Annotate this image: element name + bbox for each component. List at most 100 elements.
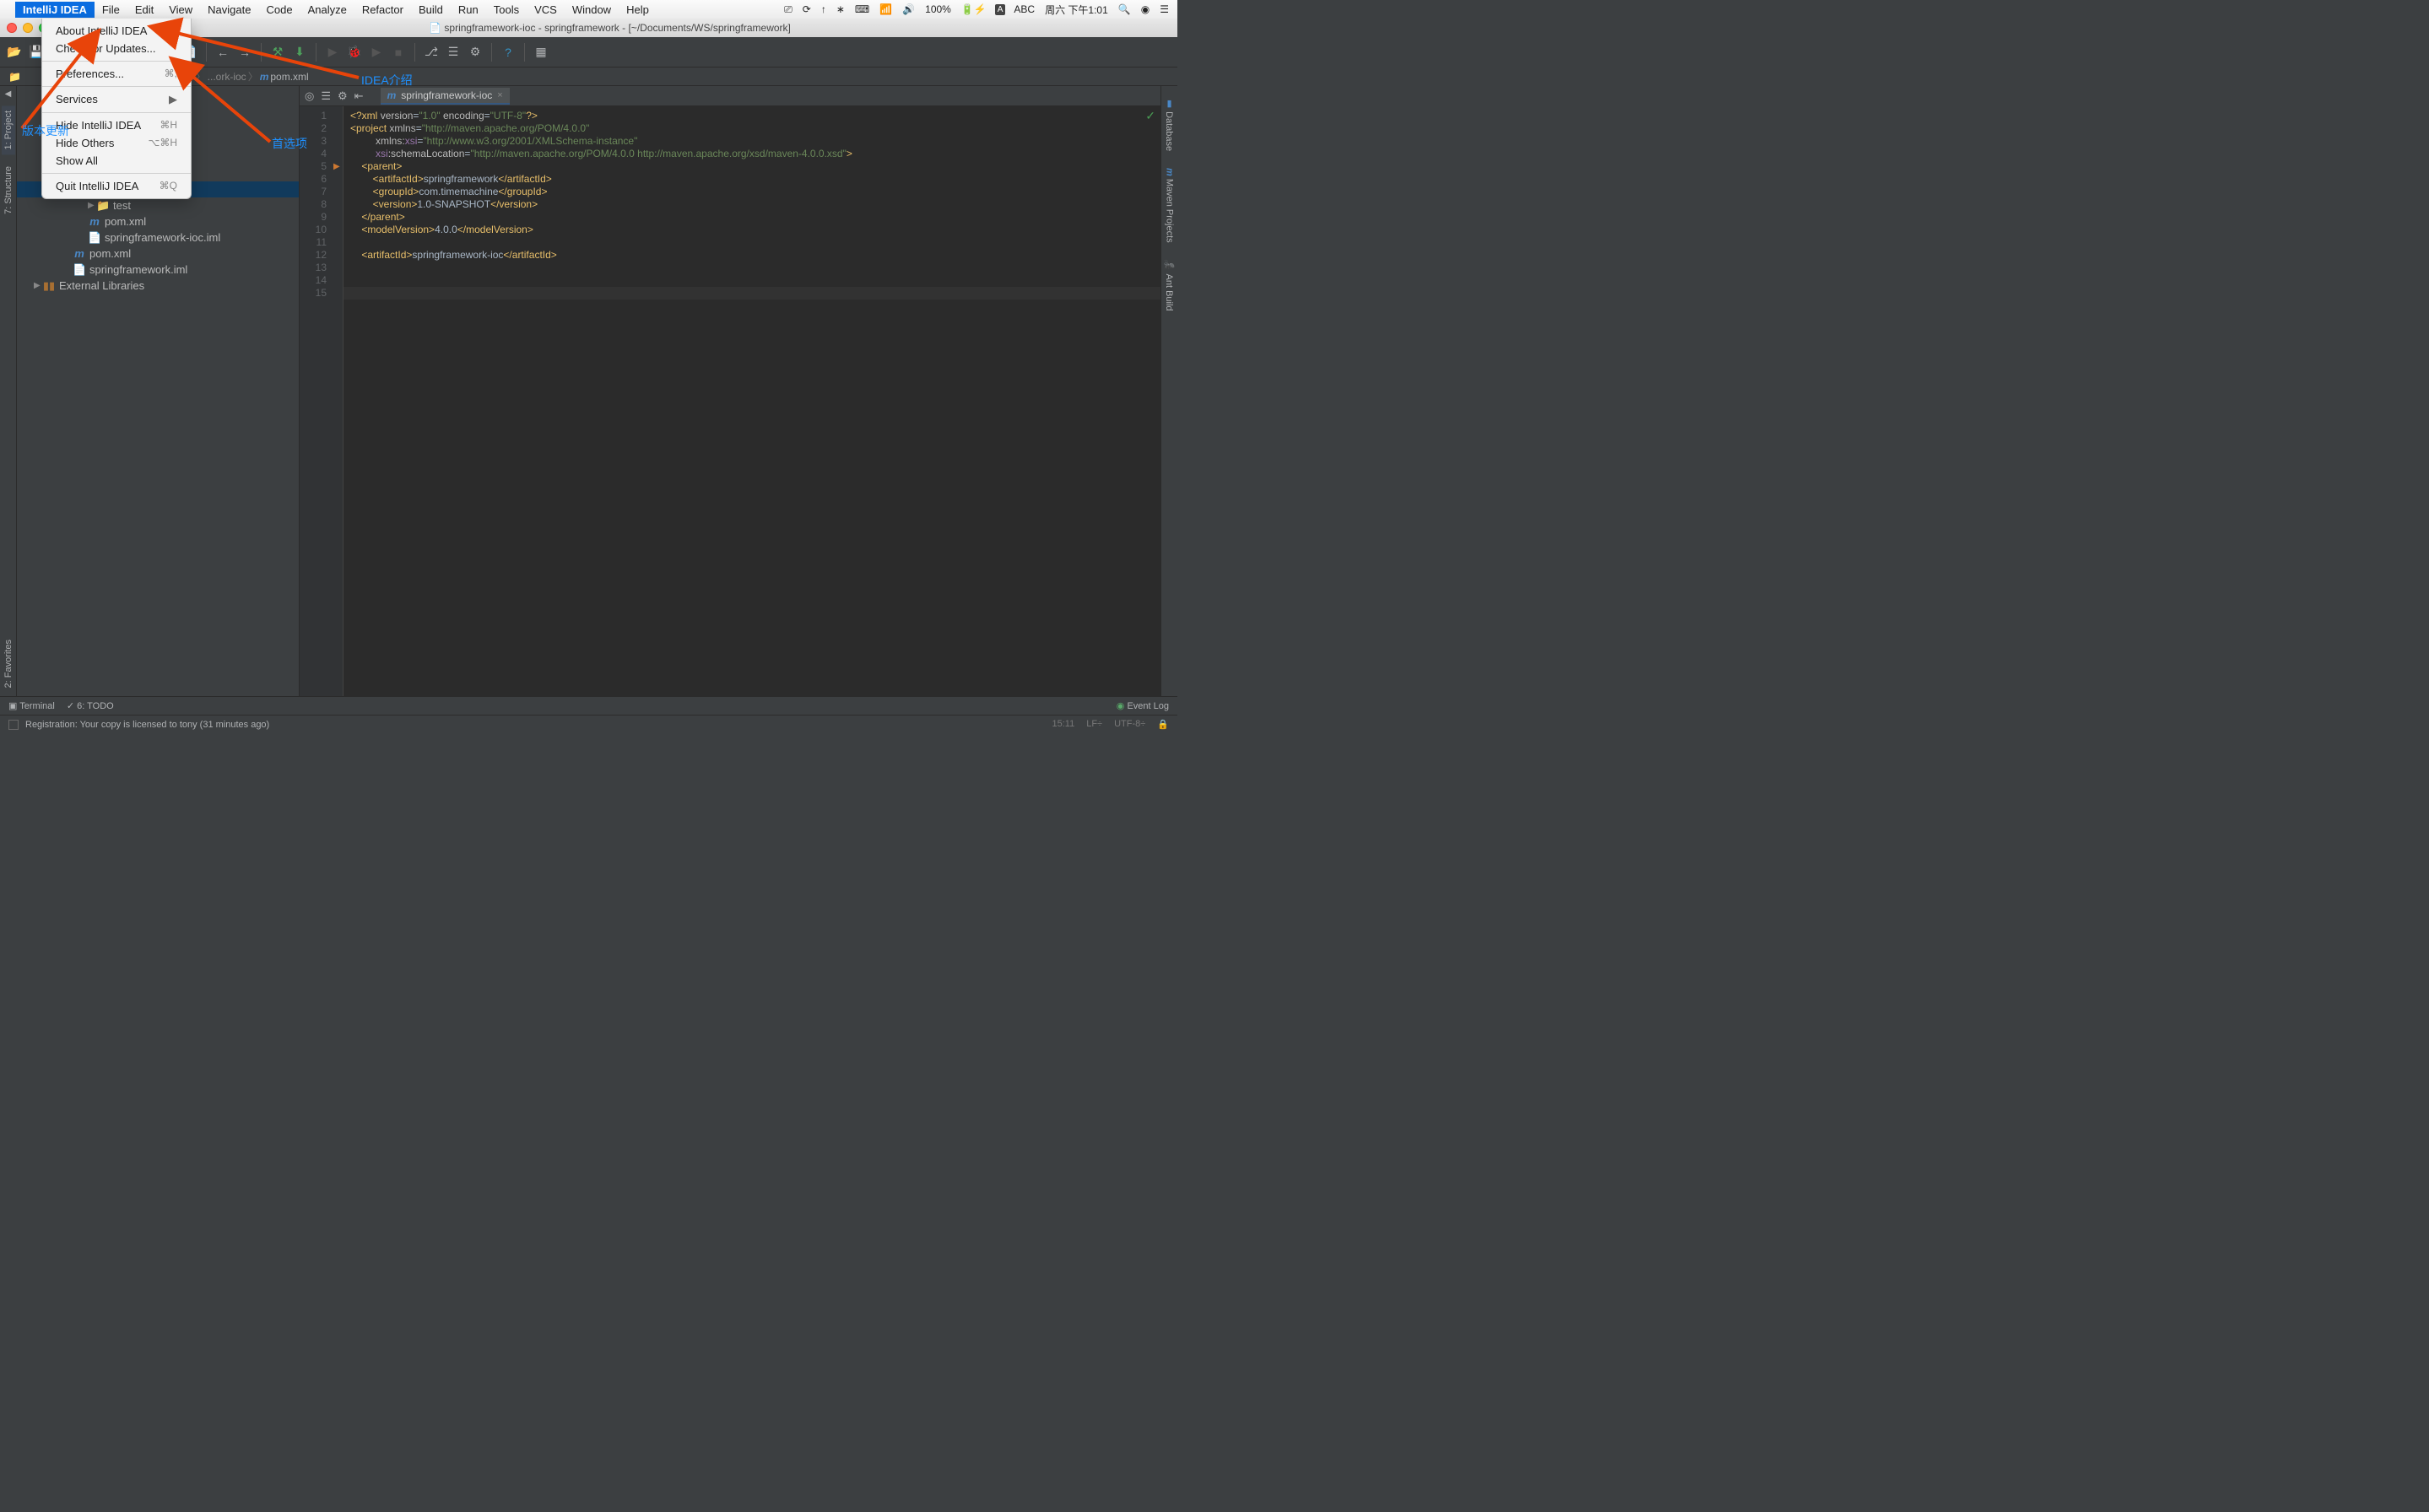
menu-show-all[interactable]: Show All xyxy=(42,152,191,170)
intellij-dropdown[interactable]: About IntelliJ IDEA Check for Updates...… xyxy=(41,19,192,199)
gear-icon[interactable]: ⚙ xyxy=(338,89,348,103)
file-encoding[interactable]: UTF-8÷ xyxy=(1114,719,1145,730)
bottom-tool-bar: ▣ Terminal ✓ 6: TODO ◉ Event Log xyxy=(0,696,1177,715)
tree-row[interactable]: mpom.xml xyxy=(17,213,299,230)
left-tool-strip: ◀ 1: Project 7: Structure 2: Favorites xyxy=(0,86,17,696)
menu-separator xyxy=(42,61,191,62)
structure-icon[interactable]: ☰ xyxy=(444,43,463,62)
display-icon[interactable]: ⎚ xyxy=(782,3,794,16)
editor-tab[interactable]: m springframework-ioc × xyxy=(381,88,510,105)
menu-check-updates[interactable]: Check for Updates... xyxy=(42,40,191,57)
menu-hide[interactable]: Hide IntelliJ IDEA⌘H xyxy=(42,116,191,134)
debug-icon[interactable]: 🐞 xyxy=(345,43,364,62)
tool-maven[interactable]: m Maven Projects xyxy=(1163,163,1177,248)
run-icon[interactable]: ▶ xyxy=(323,43,342,62)
cursor-position[interactable]: 15:11 xyxy=(1052,719,1075,730)
stop-icon[interactable]: ■ xyxy=(389,43,408,62)
input-source[interactable]: ABC xyxy=(1012,3,1036,15)
tool-terminal[interactable]: ▣ Terminal xyxy=(8,700,55,711)
menu-separator xyxy=(42,173,191,174)
tree-row[interactable]: 📄springframework.iml xyxy=(17,262,299,278)
tree-external-libs[interactable]: ▶▮▮External Libraries xyxy=(17,278,299,294)
tool-database[interactable]: ▮ Database xyxy=(1162,93,1177,156)
close-tab-icon[interactable]: × xyxy=(497,90,502,100)
input-badge[interactable]: A xyxy=(995,4,1006,15)
menu-refactor[interactable]: Refactor xyxy=(354,2,411,18)
menu-intellij[interactable]: IntelliJ IDEA xyxy=(15,2,95,18)
speaker-icon[interactable]: 🔊 xyxy=(901,3,917,15)
menu-build[interactable]: Build xyxy=(411,2,451,18)
tool-project[interactable]: 1: Project xyxy=(2,105,15,154)
settings-icon[interactable]: ⚙ xyxy=(466,43,484,62)
code-editor[interactable]: ✓ 123456789101112131415 ▶ <?xml version=… xyxy=(300,106,1160,696)
menu-services[interactable]: Services▶ xyxy=(42,90,191,109)
coverage-icon[interactable]: ▶ xyxy=(367,43,386,62)
registration-status: Registration: Your copy is licensed to t… xyxy=(25,720,269,730)
menu-separator xyxy=(42,112,191,113)
build-icon[interactable]: ⚒ xyxy=(268,43,287,62)
menu-separator xyxy=(42,86,191,87)
siri-icon[interactable]: ◉ xyxy=(1139,3,1151,15)
menu-help[interactable]: Help xyxy=(619,2,657,18)
menu-quit[interactable]: Quit IntelliJ IDEA⌘Q xyxy=(42,177,191,195)
sync-icon[interactable]: ⟳ xyxy=(801,3,813,15)
status-bar: Registration: Your copy is licensed to t… xyxy=(0,715,1177,733)
up-arrow-icon[interactable]: ↑ xyxy=(820,3,828,15)
menu-preferences[interactable]: Preferences...⌘, xyxy=(42,65,191,83)
select-icon[interactable]: ☰ xyxy=(321,89,331,103)
menu-navigate[interactable]: Navigate xyxy=(200,2,258,18)
bluetooth-icon[interactable]: ∗ xyxy=(835,3,847,15)
battery-icon[interactable]: 🔋⚡ xyxy=(960,3,988,15)
keyboard-icon[interactable]: ⌨ xyxy=(853,3,871,15)
bc-module-label[interactable]: ...ork-ioc xyxy=(208,71,246,83)
line-gutter[interactable]: 123456789101112131415 xyxy=(300,106,333,696)
collapse-icon[interactable]: ⇤ xyxy=(354,89,364,103)
tool-ant[interactable]: 🐜 Ant Build xyxy=(1162,255,1177,316)
spotlight-icon[interactable]: 🔍 xyxy=(1117,3,1133,15)
run-config-icon[interactable]: ⬇ xyxy=(290,43,309,62)
tool-favorites[interactable]: 2: Favorites xyxy=(2,634,15,693)
target-icon[interactable]: ◎ xyxy=(305,89,314,103)
tool-structure[interactable]: 7: Structure xyxy=(2,161,15,219)
vcs-icon[interactable]: ⎇ xyxy=(422,43,441,62)
minimize-window-button[interactable] xyxy=(23,23,33,33)
tool-todo[interactable]: ✓ 6: TODO xyxy=(67,700,114,711)
lock-icon[interactable]: 🔒 xyxy=(1157,719,1169,730)
menu-code[interactable]: Code xyxy=(258,2,300,18)
menu-run[interactable]: Run xyxy=(451,2,486,18)
tab-label: springframework-ioc xyxy=(401,89,492,101)
gutter-marks: ▶ xyxy=(333,106,344,696)
menu-about[interactable]: About IntelliJ IDEA xyxy=(42,22,191,40)
menu-hide-others[interactable]: Hide Others⌥⌘H xyxy=(42,134,191,152)
tree-row[interactable]: 📄springframework-ioc.iml xyxy=(17,230,299,246)
menu-edit[interactable]: Edit xyxy=(127,2,161,18)
window-title: 📄 springframework-ioc - springframework … xyxy=(49,22,1171,34)
plugin-icon[interactable]: ▦ xyxy=(532,43,550,62)
right-tool-strip: ▮ Database m Maven Projects 🐜 Ant Build xyxy=(1160,86,1177,696)
project-collapse-icon[interactable]: ◀ xyxy=(5,89,12,99)
tree-row[interactable]: ▶📁test xyxy=(17,197,299,213)
line-separator[interactable]: LF÷ xyxy=(1086,719,1102,730)
wifi-icon[interactable]: 📶 xyxy=(878,3,894,15)
status-box-icon[interactable] xyxy=(8,720,19,730)
editor-area: ◎ ☰ ⚙ ⇤ m springframework-ioc × ✓ 123456… xyxy=(300,86,1160,696)
bc-file[interactable]: pom.xml xyxy=(270,71,308,83)
tree-row[interactable]: mpom.xml xyxy=(17,246,299,262)
menu-analyze[interactable]: Analyze xyxy=(300,2,354,18)
menu-file[interactable]: File xyxy=(95,2,127,18)
battery-text: 100% xyxy=(923,3,953,15)
mac-menubar[interactable]: IntelliJ IDEA File Edit View Navigate Co… xyxy=(0,0,1177,19)
editor-toolbar: ◎ ☰ ⚙ ⇤ m springframework-ioc × xyxy=(300,86,1160,106)
menu-view[interactable]: View xyxy=(161,2,200,18)
event-log[interactable]: ◉ Event Log xyxy=(1117,700,1169,711)
menu-window[interactable]: Window xyxy=(565,2,619,18)
notification-center-icon[interactable]: ☰ xyxy=(1158,3,1171,15)
open-icon[interactable]: 📂 xyxy=(5,43,24,62)
close-window-button[interactable] xyxy=(7,23,17,33)
back-icon[interactable]: ← xyxy=(214,43,232,62)
forward-icon[interactable]: → xyxy=(235,43,254,62)
menu-vcs[interactable]: VCS xyxy=(527,2,565,18)
menu-tools[interactable]: Tools xyxy=(486,2,527,18)
clock: 周六 下午1:01 xyxy=(1043,3,1110,17)
help-icon[interactable]: ? xyxy=(499,43,517,62)
